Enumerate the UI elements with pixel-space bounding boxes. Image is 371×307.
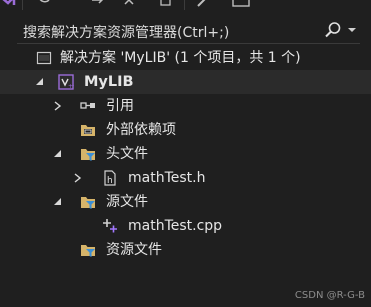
properties-icon[interactable] (232, 0, 252, 12)
toolbar-separator (184, 0, 185, 10)
svg-text:h: h (107, 176, 113, 186)
tree-item-label: mathTest.cpp (128, 218, 223, 234)
svg-text:++: ++ (68, 83, 74, 90)
search-input[interactable]: 搜索解决方案资源管理器(Ctrl+;) (23, 22, 229, 42)
vc-project-icon: ++ (58, 74, 74, 90)
references-icon (80, 102, 95, 109)
search-box[interactable]: 搜索解决方案资源管理器(Ctrl+;) (17, 18, 360, 44)
cpp-file-icon (103, 219, 117, 233)
forward-arrow-icon[interactable] (90, 0, 106, 12)
chevron-right-icon[interactable] (72, 172, 84, 184)
chevron-right-icon[interactable] (52, 100, 64, 112)
sync-icon[interactable] (36, 0, 52, 12)
tree-item-cpp-file[interactable]: mathTest.cpp (0, 214, 371, 238)
toolbar-separator (22, 0, 23, 10)
solution-icon (36, 51, 52, 65)
tree-item-label: 源文件 (106, 194, 148, 210)
filter-folder-icon (81, 149, 95, 161)
tree-item-label: 资源文件 (106, 242, 162, 258)
filter-folder-icon (81, 245, 95, 257)
chevron-down-icon[interactable] (52, 148, 64, 160)
solution-label: 解决方案 'MyLIB' (1 个项目，共 1 个) (60, 50, 301, 66)
tree-item-resource-files[interactable]: 资源文件 (0, 238, 371, 262)
project-label: MyLIB (84, 74, 134, 90)
tree-item-project[interactable]: ++ MyLIB (0, 70, 371, 94)
tree-item-solution[interactable]: 解决方案 'MyLIB' (1 个项目，共 1 个) (0, 46, 371, 70)
watermark: CSDN @R-G-B (294, 290, 365, 301)
tree-item-label: 外部依赖项 (106, 122, 176, 138)
toolbar (0, 0, 371, 14)
close-icon[interactable] (122, 0, 138, 12)
tree-item-label: 引用 (106, 98, 134, 114)
copy-icon[interactable] (158, 0, 174, 12)
tree-item-source-files[interactable]: 源文件 (0, 190, 371, 214)
external-deps-folder-icon (81, 125, 95, 136)
tree-item-references[interactable]: 引用 (0, 94, 371, 118)
wrench-icon[interactable] (196, 0, 212, 12)
tree-item-header-file[interactable]: h mathTest.h (0, 166, 371, 190)
filter-folder-icon (81, 197, 95, 209)
chevron-down-icon[interactable] (34, 76, 46, 88)
header-file-icon: h (104, 170, 116, 186)
search-icon[interactable] (324, 21, 342, 39)
tree-item-label: mathTest.h (128, 170, 206, 186)
tree-item-external-deps[interactable]: 外部依赖项 (0, 118, 371, 142)
chevron-down-icon[interactable] (347, 25, 357, 35)
chevron-down-icon[interactable] (52, 196, 64, 208)
tree-item-label: 头文件 (106, 146, 148, 162)
vs-icon[interactable] (0, 0, 16, 12)
tree-item-header-files[interactable]: 头文件 (0, 142, 371, 166)
